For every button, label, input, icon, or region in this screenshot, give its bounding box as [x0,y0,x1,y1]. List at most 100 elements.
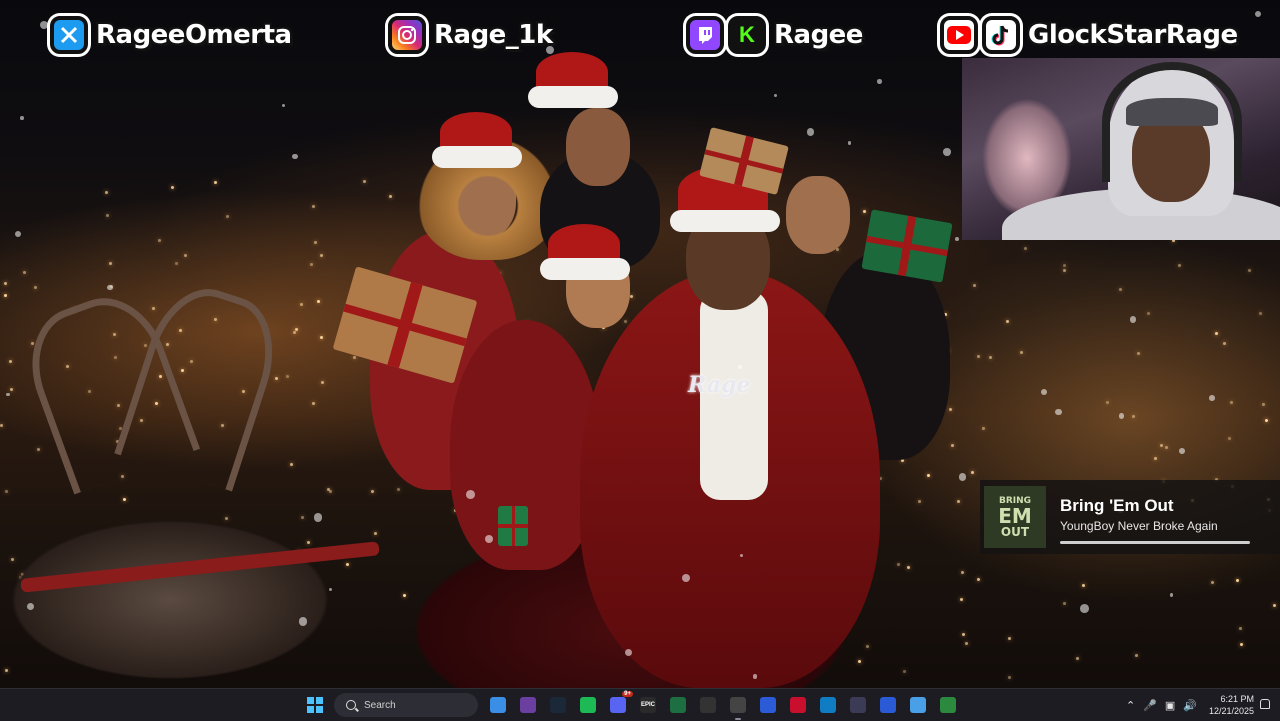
taskbar-app-edge[interactable] [816,693,840,717]
taskbar-app-obs[interactable] [516,693,540,717]
city-light [960,597,964,601]
taskbar-app-media-player[interactable] [846,693,870,717]
social-youtube-tiktok: GlockStarRage [940,12,1239,58]
santa-hat [540,224,630,284]
city-light [0,423,4,427]
city-light [1247,268,1251,272]
city-light [1023,247,1027,251]
city-light [1239,643,1243,647]
taskbar-app-github[interactable] [696,693,720,717]
taskbar-app-chrome-record[interactable] [726,693,750,720]
city-light [33,286,37,290]
recording-app-icon [730,697,746,713]
youtube-tiktok-handle: GlockStarRage [1027,19,1239,51]
cover-text: EM [998,503,1032,528]
chevron-up-icon[interactable]: ⌃ [1126,699,1135,712]
taskbar-app-notepad[interactable] [906,693,930,717]
city-light [311,205,315,209]
city-light [4,293,8,297]
epic-games-icon: EPIC [640,697,656,713]
instagram-handle: Rage_1k [433,19,554,51]
webcam-overlay [962,58,1280,240]
tiktok-icon [982,16,1020,54]
snowflake [1209,395,1215,401]
taskbar-app-epic-games[interactable]: EPIC [636,693,660,717]
city-light [989,355,993,359]
city-light [624,319,628,323]
snowflake [958,473,967,481]
city-light [300,303,304,307]
excel-icon [670,697,686,713]
taskbar-search-box[interactable]: Search [334,693,478,717]
snowflake [806,128,815,136]
city-light [226,215,230,219]
network-icon[interactable]: ▣ [1165,699,1175,712]
snowflake [773,93,777,97]
city-light [956,500,960,504]
city-light [275,376,279,380]
city-light [964,642,968,646]
taskbar-app-spotify[interactable] [576,693,600,717]
snowflake [329,587,333,591]
snowflake [313,513,323,522]
taskbar-app-k-app[interactable] [786,693,810,717]
volume-icon[interactable]: 🔊 [1183,699,1197,712]
clock-date: 12/21/2025 [1208,706,1254,716]
city-light [900,459,904,463]
taskbar-app-steam[interactable] [546,693,570,717]
city-light [1265,418,1269,422]
snowflake [39,20,48,29]
taskbar-app-arc[interactable] [756,693,780,717]
city-light [977,577,981,581]
snowflake [1118,413,1125,419]
city-light [312,401,316,405]
city-light [1135,653,1139,657]
city-light [30,341,34,345]
clock-time: 6:21 PM [1220,694,1254,704]
city-light [1063,264,1067,268]
snowflake [877,79,882,84]
city-light [981,426,985,430]
taskbar-app-terminal[interactable] [936,693,960,717]
person-face [566,108,630,186]
person-face [786,176,850,254]
city-light [962,633,966,637]
x-handle: RageeOmerta [95,19,293,51]
city-light [1273,604,1277,608]
city-light [960,571,964,575]
media-player-icon [850,697,866,713]
city-light [1164,445,1168,449]
city-light [977,355,981,359]
city-light [1075,656,1079,660]
city-light [8,359,12,363]
cover-text: OUT [1000,524,1030,539]
snowflake [107,284,113,290]
microphone-icon[interactable]: 🎤 [1143,699,1157,712]
track-title: Bring 'Em Out [1060,496,1174,515]
city-light [629,294,633,298]
taskbar-clock[interactable]: 6:21 PM 12/21/2025 [1206,693,1254,717]
city-light [1259,312,1263,316]
windows-start-icon[interactable] [307,697,323,713]
city-light [152,306,156,310]
system-tray: ⌃ 🎤 ▣ 🔊 [1126,693,1197,717]
city-light [1063,601,1067,605]
city-light [1178,263,1182,267]
taskbar-app-photos[interactable] [486,693,510,717]
city-light [1137,352,1141,356]
album-cover: BRING EM OUT [984,486,1046,548]
windows-taskbar: Search 9+ EPIC ⌃ 🎤 ▣ 🔊 6:21 PM 12/21/2025 [0,688,1280,721]
snowflake [954,236,959,241]
taskbar-app-discord[interactable]: 9+ [606,691,633,717]
social-instagram: Rage_1k [388,12,554,58]
playstation-icon [880,697,896,713]
city-light [37,448,41,452]
search-icon [346,700,356,710]
chain-pendant: Rage [688,372,751,398]
notification-bell-icon[interactable] [1260,699,1270,709]
photos-icon [490,697,506,713]
city-light [1153,457,1157,461]
city-light [319,254,323,258]
taskbar-app-playstation[interactable] [876,693,900,717]
taskbar-app-excel[interactable] [666,693,690,717]
